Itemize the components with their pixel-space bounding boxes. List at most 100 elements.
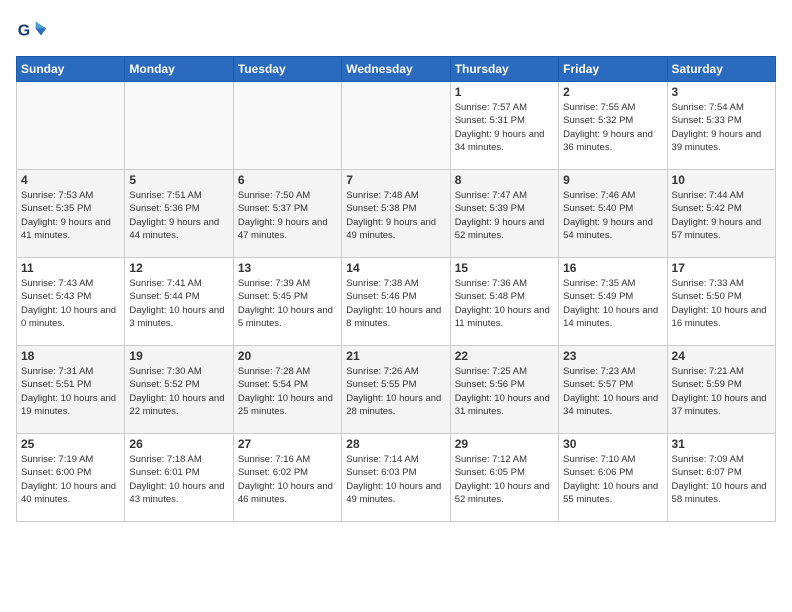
calendar-cell xyxy=(125,82,233,170)
logo: G xyxy=(16,16,52,48)
logo-icon: G xyxy=(16,16,48,48)
day-info: Sunrise: 7:19 AMSunset: 6:00 PMDaylight:… xyxy=(21,453,120,506)
day-number: 16 xyxy=(563,261,662,275)
day-info: Sunrise: 7:09 AMSunset: 6:07 PMDaylight:… xyxy=(672,453,771,506)
column-header-saturday: Saturday xyxy=(667,57,775,82)
day-number: 7 xyxy=(346,173,445,187)
calendar-cell: 24 Sunrise: 7:21 AMSunset: 5:59 PMDaylig… xyxy=(667,346,775,434)
calendar-header-row: SundayMondayTuesdayWednesdayThursdayFrid… xyxy=(17,57,776,82)
calendar-cell: 4 Sunrise: 7:53 AMSunset: 5:35 PMDayligh… xyxy=(17,170,125,258)
day-number: 4 xyxy=(21,173,120,187)
day-info: Sunrise: 7:47 AMSunset: 5:39 PMDaylight:… xyxy=(455,189,554,242)
day-info: Sunrise: 7:31 AMSunset: 5:51 PMDaylight:… xyxy=(21,365,120,418)
day-info: Sunrise: 7:43 AMSunset: 5:43 PMDaylight:… xyxy=(21,277,120,330)
calendar-cell: 2 Sunrise: 7:55 AMSunset: 5:32 PMDayligh… xyxy=(559,82,667,170)
calendar-cell: 12 Sunrise: 7:41 AMSunset: 5:44 PMDaylig… xyxy=(125,258,233,346)
day-number: 21 xyxy=(346,349,445,363)
day-info: Sunrise: 7:26 AMSunset: 5:55 PMDaylight:… xyxy=(346,365,445,418)
day-number: 26 xyxy=(129,437,228,451)
day-number: 11 xyxy=(21,261,120,275)
day-info: Sunrise: 7:46 AMSunset: 5:40 PMDaylight:… xyxy=(563,189,662,242)
calendar-cell: 17 Sunrise: 7:33 AMSunset: 5:50 PMDaylig… xyxy=(667,258,775,346)
calendar-cell: 21 Sunrise: 7:26 AMSunset: 5:55 PMDaylig… xyxy=(342,346,450,434)
calendar-cell xyxy=(17,82,125,170)
day-number: 29 xyxy=(455,437,554,451)
day-info: Sunrise: 7:38 AMSunset: 5:46 PMDaylight:… xyxy=(346,277,445,330)
day-number: 28 xyxy=(346,437,445,451)
day-info: Sunrise: 7:14 AMSunset: 6:03 PMDaylight:… xyxy=(346,453,445,506)
page-header: G xyxy=(16,16,776,48)
day-number: 1 xyxy=(455,85,554,99)
calendar-cell: 26 Sunrise: 7:18 AMSunset: 6:01 PMDaylig… xyxy=(125,434,233,522)
day-info: Sunrise: 7:53 AMSunset: 5:35 PMDaylight:… xyxy=(21,189,120,242)
calendar-cell: 23 Sunrise: 7:23 AMSunset: 5:57 PMDaylig… xyxy=(559,346,667,434)
day-number: 10 xyxy=(672,173,771,187)
day-number: 24 xyxy=(672,349,771,363)
day-number: 9 xyxy=(563,173,662,187)
calendar-cell: 8 Sunrise: 7:47 AMSunset: 5:39 PMDayligh… xyxy=(450,170,558,258)
day-info: Sunrise: 7:28 AMSunset: 5:54 PMDaylight:… xyxy=(238,365,337,418)
column-header-thursday: Thursday xyxy=(450,57,558,82)
calendar-table: SundayMondayTuesdayWednesdayThursdayFrid… xyxy=(16,56,776,522)
calendar-cell: 19 Sunrise: 7:30 AMSunset: 5:52 PMDaylig… xyxy=(125,346,233,434)
day-info: Sunrise: 7:35 AMSunset: 5:49 PMDaylight:… xyxy=(563,277,662,330)
day-number: 23 xyxy=(563,349,662,363)
calendar-cell: 3 Sunrise: 7:54 AMSunset: 5:33 PMDayligh… xyxy=(667,82,775,170)
day-info: Sunrise: 7:51 AMSunset: 5:36 PMDaylight:… xyxy=(129,189,228,242)
day-info: Sunrise: 7:39 AMSunset: 5:45 PMDaylight:… xyxy=(238,277,337,330)
day-info: Sunrise: 7:57 AMSunset: 5:31 PMDaylight:… xyxy=(455,101,554,154)
calendar-cell: 18 Sunrise: 7:31 AMSunset: 5:51 PMDaylig… xyxy=(17,346,125,434)
calendar-week-4: 18 Sunrise: 7:31 AMSunset: 5:51 PMDaylig… xyxy=(17,346,776,434)
calendar-cell: 29 Sunrise: 7:12 AMSunset: 6:05 PMDaylig… xyxy=(450,434,558,522)
day-info: Sunrise: 7:18 AMSunset: 6:01 PMDaylight:… xyxy=(129,453,228,506)
day-info: Sunrise: 7:36 AMSunset: 5:48 PMDaylight:… xyxy=(455,277,554,330)
day-number: 15 xyxy=(455,261,554,275)
calendar-cell: 15 Sunrise: 7:36 AMSunset: 5:48 PMDaylig… xyxy=(450,258,558,346)
calendar-cell: 25 Sunrise: 7:19 AMSunset: 6:00 PMDaylig… xyxy=(17,434,125,522)
day-info: Sunrise: 7:10 AMSunset: 6:06 PMDaylight:… xyxy=(563,453,662,506)
column-header-wednesday: Wednesday xyxy=(342,57,450,82)
day-number: 3 xyxy=(672,85,771,99)
calendar-cell xyxy=(233,82,341,170)
svg-text:G: G xyxy=(18,23,30,40)
day-number: 22 xyxy=(455,349,554,363)
calendar-week-1: 1 Sunrise: 7:57 AMSunset: 5:31 PMDayligh… xyxy=(17,82,776,170)
day-number: 6 xyxy=(238,173,337,187)
day-number: 20 xyxy=(238,349,337,363)
day-number: 13 xyxy=(238,261,337,275)
calendar-cell: 20 Sunrise: 7:28 AMSunset: 5:54 PMDaylig… xyxy=(233,346,341,434)
column-header-tuesday: Tuesday xyxy=(233,57,341,82)
calendar-week-5: 25 Sunrise: 7:19 AMSunset: 6:00 PMDaylig… xyxy=(17,434,776,522)
day-number: 31 xyxy=(672,437,771,451)
day-number: 14 xyxy=(346,261,445,275)
day-number: 19 xyxy=(129,349,228,363)
day-info: Sunrise: 7:21 AMSunset: 5:59 PMDaylight:… xyxy=(672,365,771,418)
day-number: 27 xyxy=(238,437,337,451)
calendar-week-3: 11 Sunrise: 7:43 AMSunset: 5:43 PMDaylig… xyxy=(17,258,776,346)
calendar-cell: 5 Sunrise: 7:51 AMSunset: 5:36 PMDayligh… xyxy=(125,170,233,258)
day-info: Sunrise: 7:33 AMSunset: 5:50 PMDaylight:… xyxy=(672,277,771,330)
calendar-week-2: 4 Sunrise: 7:53 AMSunset: 5:35 PMDayligh… xyxy=(17,170,776,258)
day-info: Sunrise: 7:50 AMSunset: 5:37 PMDaylight:… xyxy=(238,189,337,242)
day-number: 25 xyxy=(21,437,120,451)
day-number: 5 xyxy=(129,173,228,187)
calendar-cell: 13 Sunrise: 7:39 AMSunset: 5:45 PMDaylig… xyxy=(233,258,341,346)
day-info: Sunrise: 7:16 AMSunset: 6:02 PMDaylight:… xyxy=(238,453,337,506)
day-info: Sunrise: 7:55 AMSunset: 5:32 PMDaylight:… xyxy=(563,101,662,154)
column-header-friday: Friday xyxy=(559,57,667,82)
day-info: Sunrise: 7:12 AMSunset: 6:05 PMDaylight:… xyxy=(455,453,554,506)
day-number: 12 xyxy=(129,261,228,275)
day-number: 17 xyxy=(672,261,771,275)
calendar-body: 1 Sunrise: 7:57 AMSunset: 5:31 PMDayligh… xyxy=(17,82,776,522)
day-number: 2 xyxy=(563,85,662,99)
calendar-cell: 31 Sunrise: 7:09 AMSunset: 6:07 PMDaylig… xyxy=(667,434,775,522)
calendar-cell: 9 Sunrise: 7:46 AMSunset: 5:40 PMDayligh… xyxy=(559,170,667,258)
day-info: Sunrise: 7:48 AMSunset: 5:38 PMDaylight:… xyxy=(346,189,445,242)
day-info: Sunrise: 7:23 AMSunset: 5:57 PMDaylight:… xyxy=(563,365,662,418)
calendar-cell: 6 Sunrise: 7:50 AMSunset: 5:37 PMDayligh… xyxy=(233,170,341,258)
calendar-cell: 28 Sunrise: 7:14 AMSunset: 6:03 PMDaylig… xyxy=(342,434,450,522)
calendar-cell xyxy=(342,82,450,170)
column-header-sunday: Sunday xyxy=(17,57,125,82)
calendar-cell: 1 Sunrise: 7:57 AMSunset: 5:31 PMDayligh… xyxy=(450,82,558,170)
column-header-monday: Monday xyxy=(125,57,233,82)
